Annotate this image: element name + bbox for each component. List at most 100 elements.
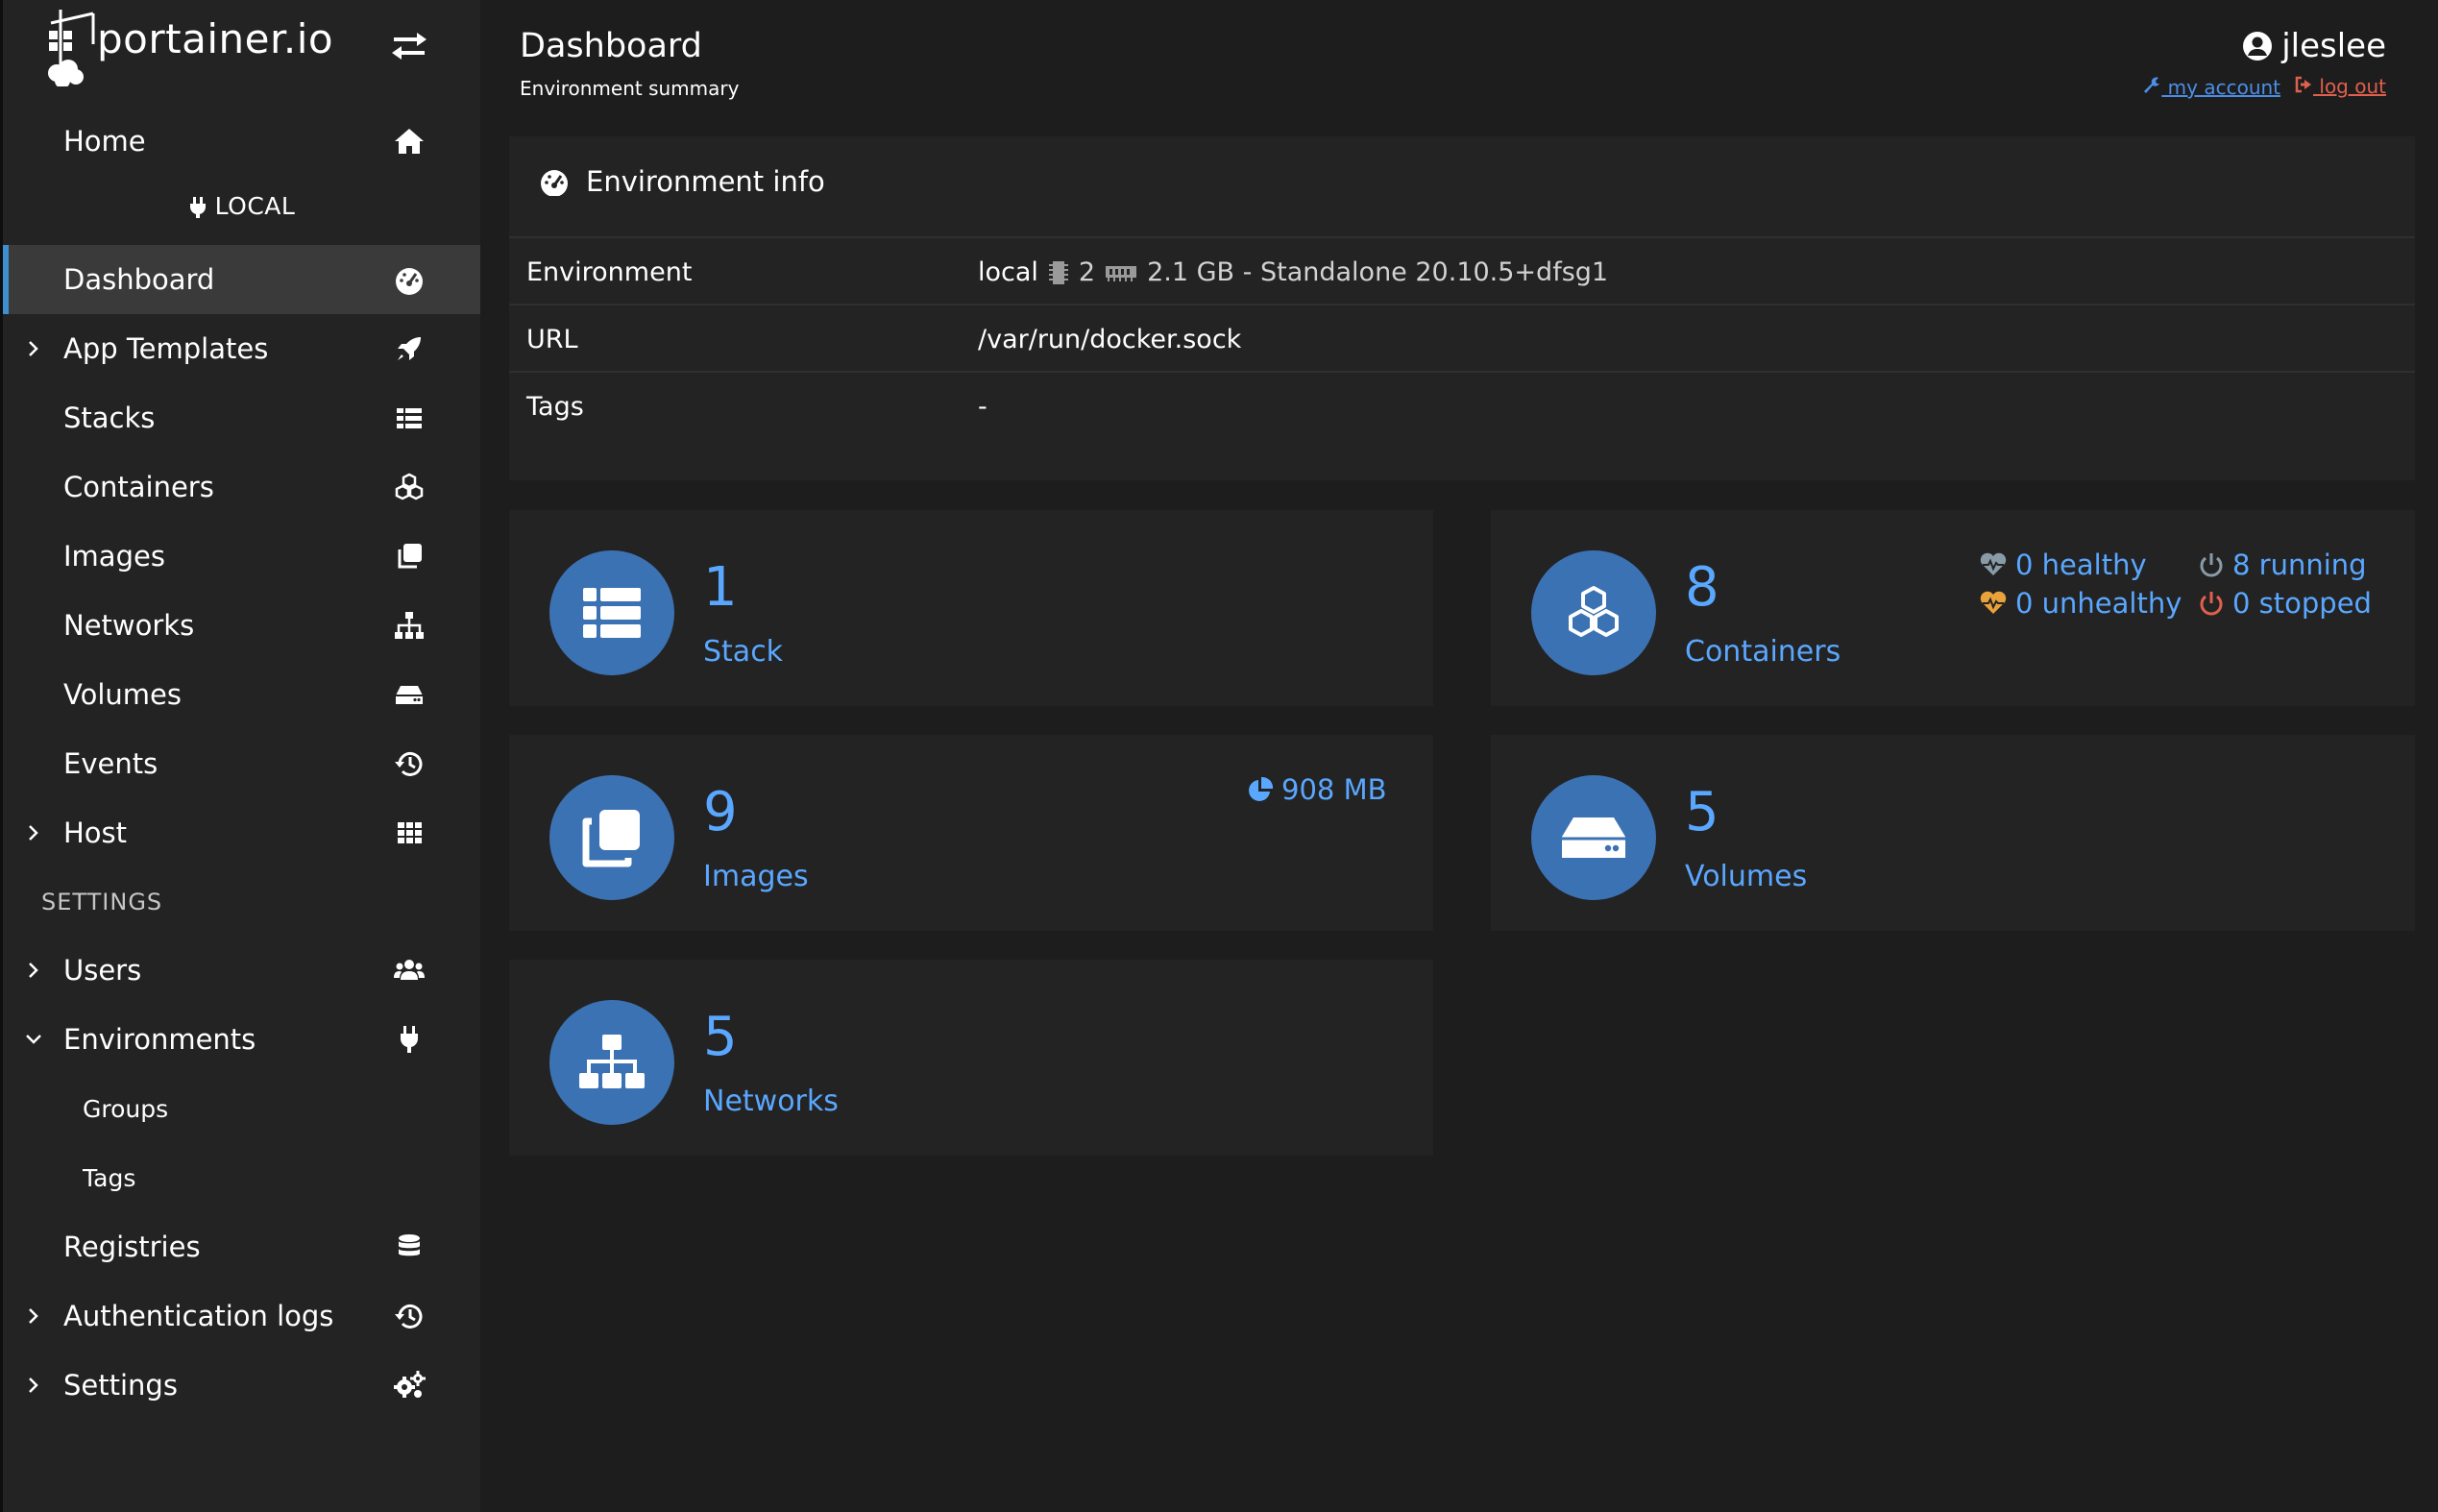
cubes-icon	[395, 473, 424, 500]
history-icon	[395, 751, 423, 776]
sidebar: portainer.io Home LOCAL Dashboard App Te…	[0, 0, 480, 1512]
users-icon	[394, 960, 425, 980]
heartbeat-warning-icon	[1980, 591, 2007, 614]
env-value: local 2 2.1 GB - Standalone 20.10.5+dfsg…	[978, 257, 1608, 287]
networks-tile[interactable]: 5 Networks	[509, 960, 1433, 1156]
exchange-icon[interactable]	[390, 31, 428, 61]
environment-info-panel: Environment info Environment local 2 2.1…	[509, 136, 2415, 480]
chevron-right-icon	[29, 963, 38, 978]
sidebar-item-dashboard[interactable]: Dashboard	[3, 245, 480, 314]
memory-and-type: 2.1 GB - Standalone 20.10.5+dfsg1	[1147, 257, 1609, 287]
sidebar-item-label: Authentication logs	[63, 1300, 334, 1332]
home-icon	[395, 129, 424, 154]
cpu-count: 2	[1078, 257, 1096, 287]
cogs-icon	[394, 1371, 426, 1398]
tile-icon-circle	[549, 775, 674, 900]
sidebar-item-home[interactable]: Home	[3, 107, 480, 176]
sidebar-item-groups[interactable]: Groups	[3, 1074, 480, 1143]
power-off-icon	[2200, 592, 2223, 616]
environment-badge: LOCAL	[3, 192, 480, 231]
sidebar-item-label: Settings	[63, 1369, 178, 1402]
sidebar-item-label: Groups	[83, 1094, 169, 1123]
sidebar-item-settings[interactable]: Settings	[3, 1351, 480, 1420]
containers-label: Containers	[1685, 635, 1841, 669]
user-menu: jleslee my account log out	[2142, 27, 2386, 99]
volumes-tile[interactable]: 5 Volumes	[1491, 735, 2415, 931]
clone-icon	[398, 544, 422, 569]
sidebar-item-label: Dashboard	[63, 263, 215, 296]
sidebar-item-tags[interactable]: Tags	[3, 1143, 480, 1212]
brand-text: portainer.io	[97, 15, 334, 62]
running-text: 8 running	[2232, 549, 2367, 581]
hdd-icon	[396, 686, 423, 704]
history-icon	[395, 1304, 423, 1329]
log-out-link[interactable]: log out	[2294, 75, 2386, 99]
sidebar-item-label: Environments	[63, 1023, 256, 1056]
sidebar-item-label: Users	[63, 954, 142, 987]
images-count: 9	[703, 781, 738, 843]
sidebar-item-stacks[interactable]: Stacks	[3, 383, 480, 452]
sidebar-item-authentication-logs[interactable]: Authentication logs	[3, 1281, 480, 1351]
sidebar-item-app-templates[interactable]: App Templates	[3, 314, 480, 383]
env-key: URL	[526, 325, 578, 354]
unhealthy-text: 0 unhealthy	[2015, 587, 2182, 620]
env-value: -	[978, 392, 987, 422]
stack-label: Stack	[703, 635, 784, 669]
containers-tile[interactable]: 8 Containers 0 healthy 0 unhealthy 8 run…	[1491, 510, 2415, 706]
settings-section-header: SETTINGS	[41, 889, 163, 915]
stack-tile[interactable]: 1 Stack	[509, 510, 1433, 706]
sidebar-item-registries[interactable]: Registries	[3, 1212, 480, 1281]
env-key: Environment	[526, 257, 693, 287]
page-subtitle: Environment summary	[520, 77, 740, 100]
sidebar-item-host[interactable]: Host	[3, 798, 480, 867]
hdd-icon	[1562, 817, 1625, 858]
list-icon	[583, 588, 641, 638]
grid-icon	[398, 822, 422, 843]
sidebar-item-users[interactable]: Users	[3, 936, 480, 1005]
volumes-count: 5	[1685, 781, 1719, 843]
sidebar-item-volumes[interactable]: Volumes	[3, 660, 480, 729]
list-icon	[397, 408, 422, 428]
tachometer-icon	[396, 268, 423, 295]
sidebar-item-environments[interactable]: Environments	[3, 1005, 480, 1074]
username: jleslee	[2142, 27, 2386, 65]
username-text: jleslee	[2281, 27, 2386, 65]
database-icon	[399, 1234, 420, 1256]
sitemap-icon	[579, 1035, 645, 1088]
tile-icon-circle	[549, 1000, 674, 1125]
clone-icon	[582, 810, 640, 867]
sidebar-item-label: App Templates	[63, 332, 269, 365]
images-tile[interactable]: 9 Images 908 MB	[509, 735, 1433, 931]
microchip-icon	[1048, 260, 1068, 284]
environment-name: LOCAL	[214, 192, 296, 220]
user-links: my account log out	[2142, 75, 2386, 99]
log-out-label: log out	[2313, 75, 2386, 98]
running-count: 8 running	[2198, 549, 2367, 581]
sidebar-item-label: Host	[63, 817, 128, 849]
containers-count: 8	[1685, 556, 1719, 619]
stopped-count: 0 stopped	[2198, 587, 2372, 620]
sidebar-item-images[interactable]: Images	[3, 522, 480, 591]
images-size-text: 908 MB	[1281, 773, 1387, 806]
sidebar-item-label: Tags	[83, 1163, 136, 1192]
healthy-count: 0 healthy	[1979, 549, 2147, 581]
sidebar-item-events[interactable]: Events	[3, 729, 480, 798]
chevron-right-icon	[29, 1308, 38, 1324]
heartbeat-icon	[1980, 552, 2007, 575]
sidebar-item-label: Stacks	[63, 402, 156, 434]
healthy-text: 0 healthy	[2015, 549, 2147, 581]
my-account-link[interactable]: my account	[2142, 75, 2280, 99]
tile-icon-circle	[1531, 550, 1656, 675]
memory-icon	[1106, 265, 1137, 281]
networks-label: Networks	[703, 1085, 839, 1118]
my-account-label: my account	[2161, 76, 2281, 99]
panel-title-text: Environment info	[586, 165, 825, 198]
plug-icon	[189, 197, 206, 218]
cubes-icon	[1569, 586, 1619, 637]
sidebar-item-networks[interactable]: Networks	[3, 591, 480, 660]
networks-count: 5	[703, 1006, 738, 1068]
images-size: 908 MB	[1247, 773, 1387, 806]
sidebar-item-containers[interactable]: Containers	[3, 452, 480, 522]
env-row-tags: Tags -	[509, 371, 2415, 438]
sidebar-item-label: Containers	[63, 471, 214, 503]
